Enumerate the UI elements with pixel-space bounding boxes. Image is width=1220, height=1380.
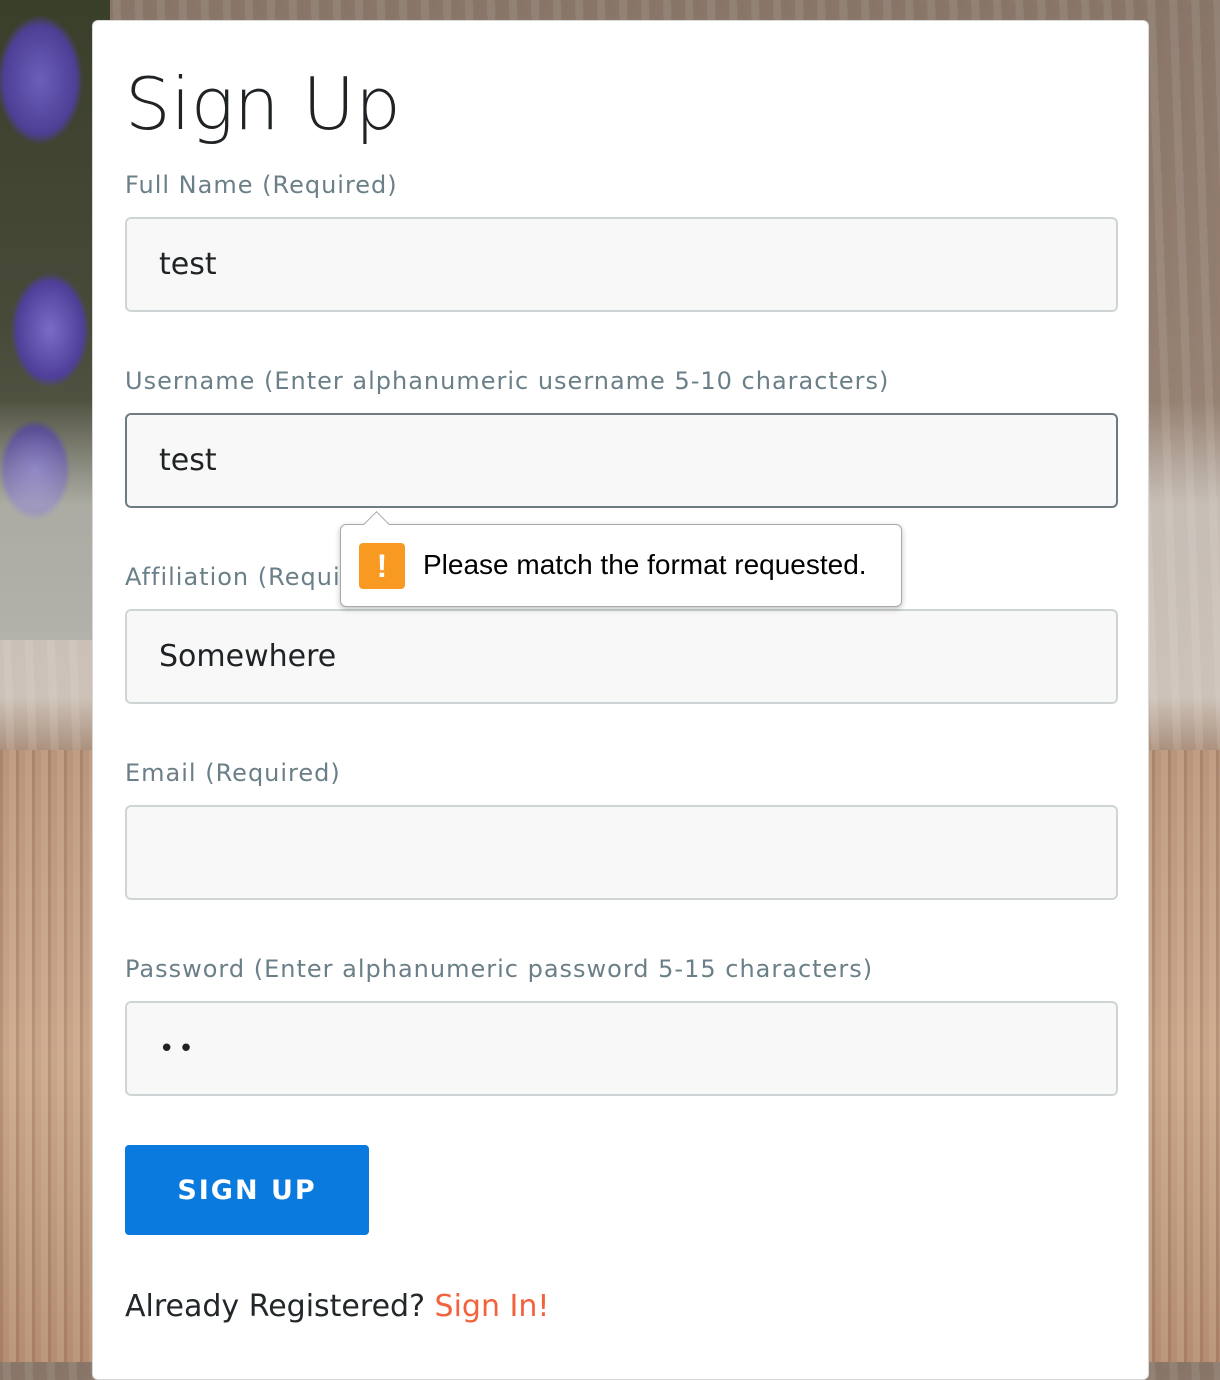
page-title: Sign Up xyxy=(125,62,401,146)
email-input[interactable] xyxy=(125,805,1118,900)
signup-panel: Sign Up Full Name (Required) Username (E… xyxy=(92,20,1149,1380)
already-registered-text: Already Registered? Sign In! xyxy=(125,1289,549,1324)
password-label: Password (Enter alphanumeric password 5-… xyxy=(125,955,874,983)
full-name-input[interactable] xyxy=(125,217,1118,312)
already-registered-prompt: Already Registered? xyxy=(125,1289,425,1324)
warning-icon: ! xyxy=(359,543,405,589)
email-label: Email (Required) xyxy=(125,759,341,787)
validation-tooltip: ! Please match the format requested. xyxy=(340,511,902,607)
username-input[interactable] xyxy=(125,413,1118,508)
sign-up-button[interactable]: SIGN UP xyxy=(125,1145,369,1235)
validation-message: Please match the format requested. xyxy=(423,549,867,580)
full-name-label: Full Name (Required) xyxy=(125,171,398,199)
affiliation-input[interactable] xyxy=(125,609,1118,704)
sign-in-link[interactable]: Sign In! xyxy=(435,1289,550,1324)
username-label: Username (Enter alphanumeric username 5-… xyxy=(125,367,890,395)
password-input[interactable] xyxy=(125,1001,1118,1096)
